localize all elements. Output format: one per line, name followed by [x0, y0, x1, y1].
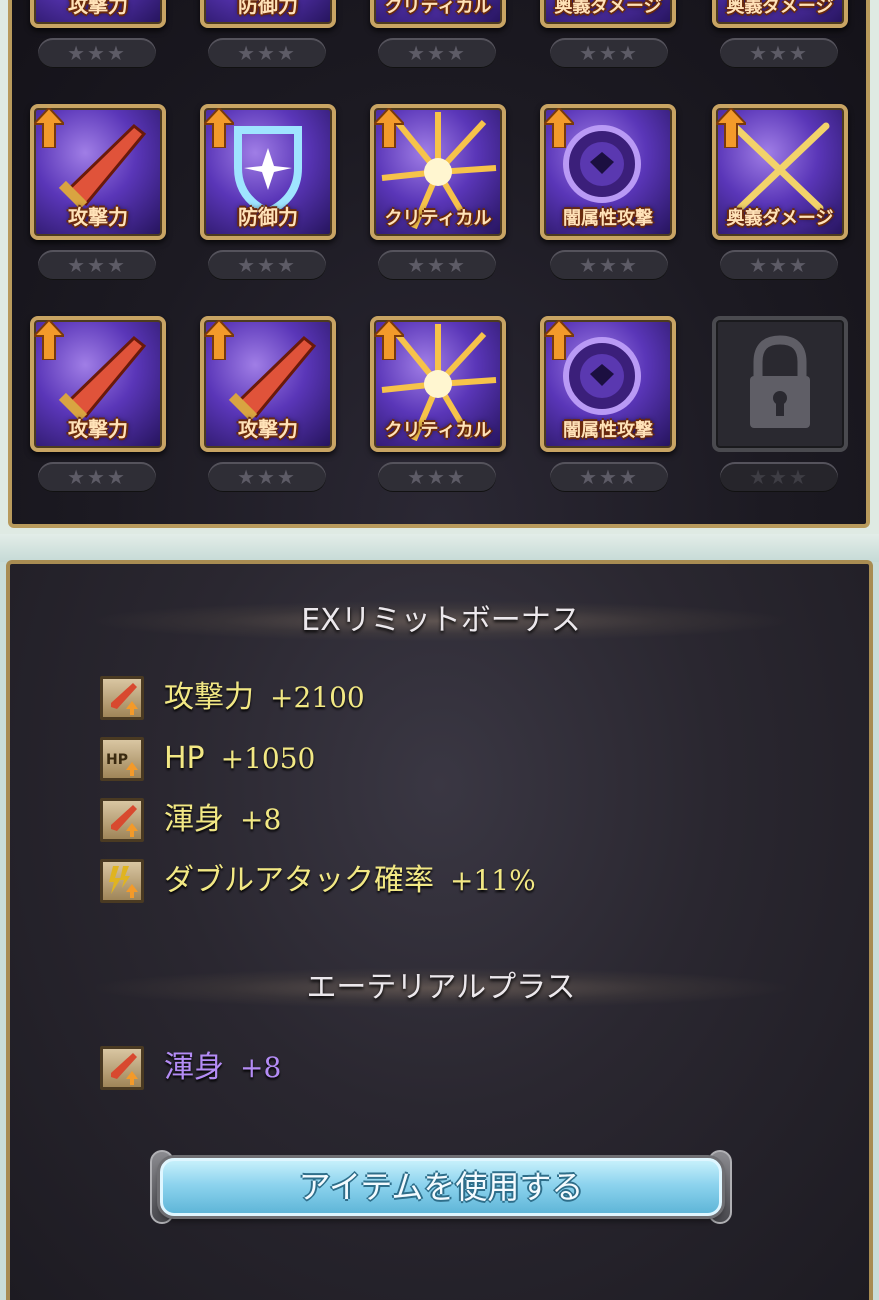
- up-arrow-icon: [204, 320, 234, 360]
- emp-tile-attack[interactable]: 攻撃力: [200, 316, 336, 452]
- up-arrow-icon: [374, 320, 404, 360]
- emp-star-rating: ★★★: [208, 462, 326, 492]
- bonus-value: +11%: [450, 864, 536, 897]
- lock-icon: [750, 335, 810, 428]
- bonus-value: +8: [240, 803, 282, 836]
- bonus-name: ダブルアタック確率: [164, 863, 434, 898]
- emp-tile-defense[interactable]: 防御力: [200, 104, 336, 240]
- emp-tile-label: 攻撃力: [238, 417, 298, 441]
- emp-tile-label: 闇属性攻撃: [563, 420, 653, 441]
- emp-tile-ougi-damage[interactable]: 奥義ダメージ: [712, 104, 848, 240]
- bonus-name: 渾身: [164, 802, 224, 837]
- up-arrow-icon: [716, 108, 746, 148]
- emp-tile-label: 攻撃力: [68, 417, 128, 441]
- ethereal-plus-heading: エーテリアルプラス: [96, 968, 786, 1008]
- emp-star-rating: ★★★: [208, 38, 326, 68]
- emp-tile-critical[interactable]: クリティカル: [370, 316, 506, 452]
- emp-star-rating: ★★★: [208, 250, 326, 280]
- emp-tile-label: クリティカル: [384, 0, 492, 17]
- bonus-value: +8: [240, 1051, 282, 1084]
- up-arrow-icon: [34, 320, 64, 360]
- emp-tile[interactable]: 攻撃力: [30, 0, 166, 28]
- emp-tile-label: 攻撃力: [68, 205, 128, 229]
- bonus-value: +2100: [270, 681, 365, 714]
- emp-tile-label: クリティカル: [384, 420, 492, 441]
- emp-star-rating: ★★★: [550, 250, 668, 280]
- emp-star-rating: ★★★: [378, 38, 496, 68]
- up-arrow-icon: [204, 108, 234, 148]
- use-item-button-label: アイテムを使用する: [298, 1168, 584, 1206]
- emp-star-rating: ★★★: [38, 38, 156, 68]
- emp-tile-dark-attack[interactable]: 闇属性攻撃: [540, 104, 676, 240]
- emp-star-rating: ★★★: [720, 462, 838, 492]
- emp-star-rating: ★★★: [550, 38, 668, 68]
- emp-tile-dark-attack[interactable]: 闇属性攻撃: [540, 316, 676, 452]
- emp-tile-attack[interactable]: 攻撃力: [30, 316, 166, 452]
- ex-limit-bonus-heading: EXリミットボーナス: [96, 601, 786, 641]
- emp-tile-critical[interactable]: クリティカル: [370, 104, 506, 240]
- bonus-name: 渾身: [164, 1050, 224, 1085]
- hp-up-icon: HP: [100, 737, 144, 781]
- sword-up-icon: [100, 1046, 144, 1090]
- emp-star-rating: ★★★: [720, 250, 838, 280]
- emp-star-rating: ★★★: [378, 250, 496, 280]
- emp-tile-label: 攻撃力: [68, 0, 128, 17]
- up-arrow-icon: [34, 108, 64, 148]
- emp-tile-label: 奥義ダメージ: [726, 208, 834, 229]
- emp-star-rating: ★★★: [38, 250, 156, 280]
- emp-tile-label: 闇属性攻撃: [563, 208, 653, 229]
- bonus-name: 攻撃力: [164, 680, 254, 715]
- bonus-value: +1050: [220, 742, 316, 775]
- up-arrow-icon: [544, 108, 574, 148]
- up-arrow-icon: [374, 108, 404, 148]
- emp-tile-label: クリティカル: [384, 208, 492, 229]
- emp-tile[interactable]: クリティカル: [370, 0, 506, 28]
- emp-tile-label: 奥義ダメージ: [554, 0, 662, 17]
- double-attack-up-icon: [100, 859, 144, 903]
- svg-text:HP: HP: [106, 752, 128, 768]
- use-item-button[interactable]: アイテムを使用する: [150, 1150, 732, 1224]
- sword-up-icon: [100, 798, 144, 842]
- emp-tile-locked[interactable]: [712, 316, 848, 452]
- emp-tile-attack[interactable]: 攻撃力: [30, 104, 166, 240]
- up-arrow-icon: [544, 320, 574, 360]
- emp-tile-label: 防御力: [238, 0, 298, 17]
- emp-tile-label: 奥義ダメージ: [726, 0, 834, 17]
- emp-star-rating: ★★★: [378, 462, 496, 492]
- emp-tile[interactable]: 奥義ダメージ: [712, 0, 848, 28]
- bonus-name: HP: [164, 741, 205, 776]
- emp-star-rating: ★★★: [720, 38, 838, 68]
- emp-tile[interactable]: 奥義ダメージ: [540, 0, 676, 28]
- sword-up-icon: [100, 676, 144, 720]
- emp-star-rating: ★★★: [38, 462, 156, 492]
- emp-tile[interactable]: 防御力: [200, 0, 336, 28]
- emp-tile-label: 防御力: [238, 205, 298, 229]
- panel-divider: [0, 534, 879, 562]
- emp-star-rating: ★★★: [550, 462, 668, 492]
